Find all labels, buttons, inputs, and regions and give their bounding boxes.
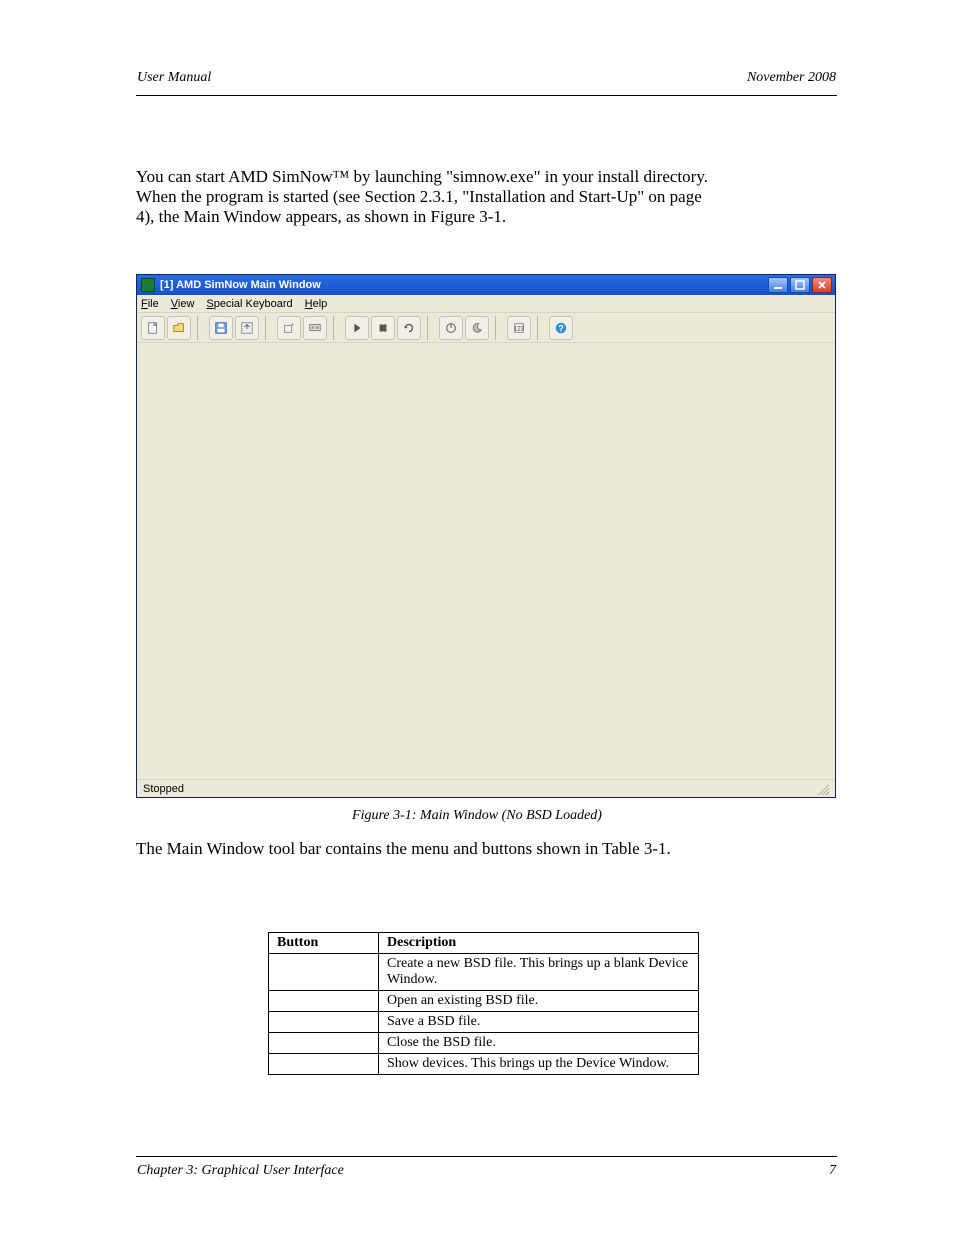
minimize-button[interactable]: [768, 277, 788, 293]
table-cell-desc: Create a new BSD file. This brings up a …: [379, 954, 699, 991]
figure-caption: Figure 3-1: Main Window (No BSD Loaded): [0, 808, 954, 824]
close-icon: [817, 280, 827, 290]
help-button[interactable]: ?: [549, 316, 573, 340]
toolbar-buttons-table: Button Description Create a new BSD file…: [268, 932, 699, 1075]
minimize-icon: [773, 280, 783, 290]
numeric-button[interactable]: 123: [507, 316, 531, 340]
sleep-button[interactable]: [465, 316, 489, 340]
table-cell-button: [269, 954, 379, 991]
table-cell-button: [269, 991, 379, 1012]
simnow-main-window: [1] AMD SimNow Main Window File View Spe…: [136, 274, 836, 798]
configure-button[interactable]: [277, 316, 301, 340]
table-cell-desc: Close the BSD file.: [379, 1033, 699, 1054]
menubar: File View Special Keyboard Help: [137, 295, 835, 313]
footer-rule: [136, 1156, 837, 1157]
reset-icon: [402, 321, 416, 335]
intro-line-3: 4), the Main Window appears, as shown in…: [136, 207, 506, 227]
devices-icon: [308, 321, 322, 335]
play-icon: [350, 321, 364, 335]
toolbar: 123 ?: [137, 313, 835, 343]
menu-file[interactable]: File: [141, 298, 159, 310]
open-bsd-icon: [172, 321, 186, 335]
reset-button[interactable]: [397, 316, 421, 340]
table-cell-desc: Show devices. This brings up the Device …: [379, 1054, 699, 1075]
document-page: User Manual November 2008 You can start …: [0, 0, 954, 1235]
play-button[interactable]: [345, 316, 369, 340]
titlebar[interactable]: [1] AMD SimNow Main Window: [137, 275, 835, 295]
save-bsd-icon: [214, 321, 228, 335]
maximize-button[interactable]: [790, 277, 810, 293]
svg-text:?: ?: [558, 323, 563, 333]
statusbar: Stopped: [137, 779, 835, 797]
svg-text:123: 123: [514, 325, 525, 332]
table-cell-button: [269, 1012, 379, 1033]
table-head-desc: Description: [379, 933, 699, 954]
menu-special-keyboard[interactable]: Special Keyboard: [206, 298, 292, 310]
window-controls: [768, 277, 832, 293]
toolbar-separator-2: [265, 316, 271, 340]
devices-button[interactable]: [303, 316, 327, 340]
table-head-button: Button: [269, 933, 379, 954]
header-right: November 2008: [747, 70, 836, 86]
status-text: Stopped: [143, 783, 184, 795]
table-cell-button: [269, 1033, 379, 1054]
table-row: Close the BSD file.: [269, 1033, 699, 1054]
table-cell-desc: Save a BSD file.: [379, 1012, 699, 1033]
toolbar-separator-1: [197, 316, 203, 340]
toolbar-description: The Main Window tool bar contains the me…: [136, 838, 837, 859]
power-icon: [444, 321, 458, 335]
header-rule: [136, 95, 837, 96]
help-icon: ?: [554, 321, 568, 335]
table-row: Open an existing BSD file.: [269, 991, 699, 1012]
numeric-icon: 123: [512, 321, 526, 335]
table-cell-desc: Open an existing BSD file.: [379, 991, 699, 1012]
close-button[interactable]: [812, 277, 832, 293]
save-bsd-button[interactable]: [209, 316, 233, 340]
maximize-icon: [795, 280, 805, 290]
sleep-icon: [470, 321, 484, 335]
table-row: Show devices. This brings up the Device …: [269, 1054, 699, 1075]
header-left: User Manual: [137, 70, 211, 86]
close-bsd-button[interactable]: [235, 316, 259, 340]
stop-button[interactable]: [371, 316, 395, 340]
configure-icon: [282, 321, 296, 335]
app-icon: [141, 278, 155, 292]
table-row: Save a BSD file.: [269, 1012, 699, 1033]
close-bsd-icon: [240, 321, 254, 335]
power-button[interactable]: [439, 316, 463, 340]
stop-icon: [376, 321, 390, 335]
new-bsd-icon: [146, 321, 160, 335]
toolbar-separator-4: [427, 316, 433, 340]
table-cell-button: [269, 1054, 379, 1075]
open-bsd-button[interactable]: [167, 316, 191, 340]
window-title: [1] AMD SimNow Main Window: [160, 279, 321, 291]
intro-line-2: When the program is started (see Section…: [136, 187, 702, 207]
table-header-row: Button Description: [269, 933, 699, 954]
client-area: [137, 343, 835, 779]
table-row: Create a new BSD file. This brings up a …: [269, 954, 699, 991]
intro-line-1: You can start AMD SimNow™ by launching "…: [136, 167, 708, 187]
footer-left: Chapter 3: Graphical User Interface: [137, 1163, 344, 1179]
titlebar-left: [1] AMD SimNow Main Window: [141, 278, 321, 292]
toolbar-separator-6: [537, 316, 543, 340]
new-bsd-button[interactable]: [141, 316, 165, 340]
toolbar-separator-5: [495, 316, 501, 340]
resize-grip[interactable]: [817, 783, 829, 795]
footer-right: 7: [829, 1163, 836, 1179]
menu-view[interactable]: View: [171, 298, 195, 310]
toolbar-separator-3: [333, 316, 339, 340]
menu-help[interactable]: Help: [305, 298, 328, 310]
